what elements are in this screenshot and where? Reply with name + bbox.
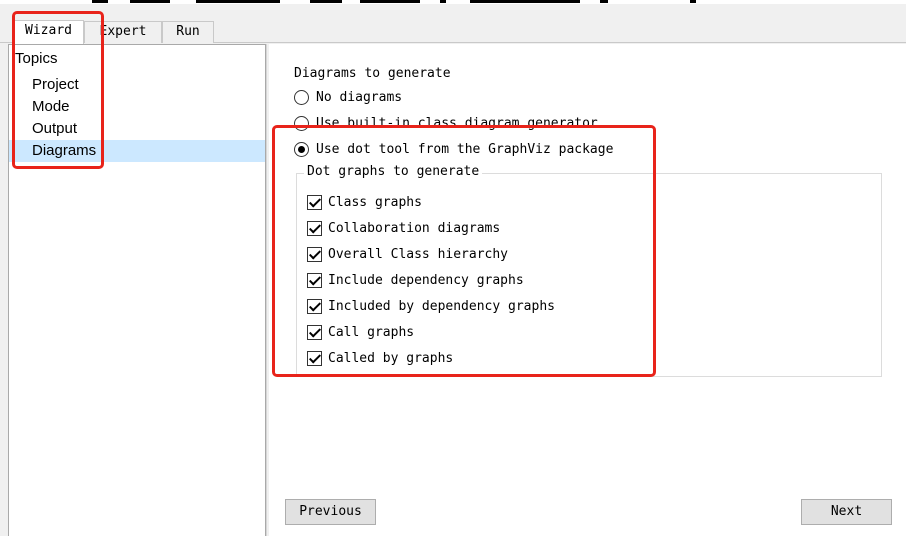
checkbox-included-by-dependency-graphs[interactable]: Included by dependency graphs	[307, 296, 555, 316]
radio-indicator[interactable]	[294, 141, 309, 157]
topic-diagrams[interactable]: Diagrams	[9, 140, 265, 162]
checkbox-call-graphs[interactable]: Call graphs	[307, 322, 414, 342]
topic-project[interactable]: Project	[9, 74, 265, 96]
checkbox-label: Include dependency graphs	[328, 272, 524, 288]
topic-output[interactable]: Output	[9, 118, 265, 140]
checkbox-overall-class-hierarchy[interactable]: Overall Class hierarchy	[307, 244, 508, 264]
radio-no-diagrams[interactable]: No diagrams	[294, 87, 402, 107]
radio-indicator[interactable]	[294, 89, 309, 105]
dot-graphs-group-title: Dot graphs to generate	[304, 164, 483, 179]
radio-label: No diagrams	[316, 89, 403, 105]
checkbox-label: Collaboration diagrams	[328, 220, 501, 236]
checkbox-called-by-graphs[interactable]: Called by graphs	[307, 348, 453, 368]
checkbox-indicator[interactable]	[307, 246, 322, 262]
clipped-title-strip	[0, 0, 906, 4]
tab-expert[interactable]: Expert	[84, 21, 162, 43]
checkbox-collaboration-diagrams[interactable]: Collaboration diagrams	[307, 218, 500, 238]
checkbox-label: Called by graphs	[328, 350, 454, 366]
diagrams-section-title: Diagrams to generate	[294, 66, 451, 81]
checkbox-indicator[interactable]	[307, 324, 322, 340]
next-button[interactable]: Next	[801, 499, 892, 525]
checkbox-indicator[interactable]	[307, 272, 322, 288]
radio-label: Use dot tool from the GraphViz package	[316, 141, 614, 157]
tab-wizard[interactable]: Wizard	[13, 20, 84, 44]
checkbox-indicator[interactable]	[307, 350, 322, 366]
previous-button[interactable]: Previous	[285, 499, 376, 525]
radio-indicator[interactable]	[294, 115, 309, 131]
checkbox-indicator[interactable]	[307, 220, 322, 236]
radio-built-in-generator[interactable]: Use built-in class diagram generator	[294, 113, 598, 133]
checkbox-label: Class graphs	[328, 194, 422, 210]
checkbox-include-dependency-graphs[interactable]: Include dependency graphs	[307, 270, 524, 290]
topics-tree-root: Topics	[15, 50, 58, 67]
checkbox-indicator[interactable]	[307, 194, 322, 210]
topics-panel: Topics Project Mode Output Diagrams	[8, 44, 266, 536]
checkbox-label: Call graphs	[328, 324, 415, 340]
checkbox-label: Included by dependency graphs	[328, 298, 555, 314]
diagrams-settings-panel: Diagrams to generate No diagrams Use bui…	[269, 44, 906, 536]
checkbox-indicator[interactable]	[307, 298, 322, 314]
checkbox-label: Overall Class hierarchy	[328, 246, 509, 262]
radio-label: Use built-in class diagram generator	[316, 115, 598, 131]
checkbox-class-graphs[interactable]: Class graphs	[307, 192, 422, 212]
topic-mode[interactable]: Mode	[9, 96, 265, 118]
radio-dot-tool[interactable]: Use dot tool from the GraphViz package	[294, 139, 613, 159]
tab-run[interactable]: Run	[162, 21, 214, 43]
